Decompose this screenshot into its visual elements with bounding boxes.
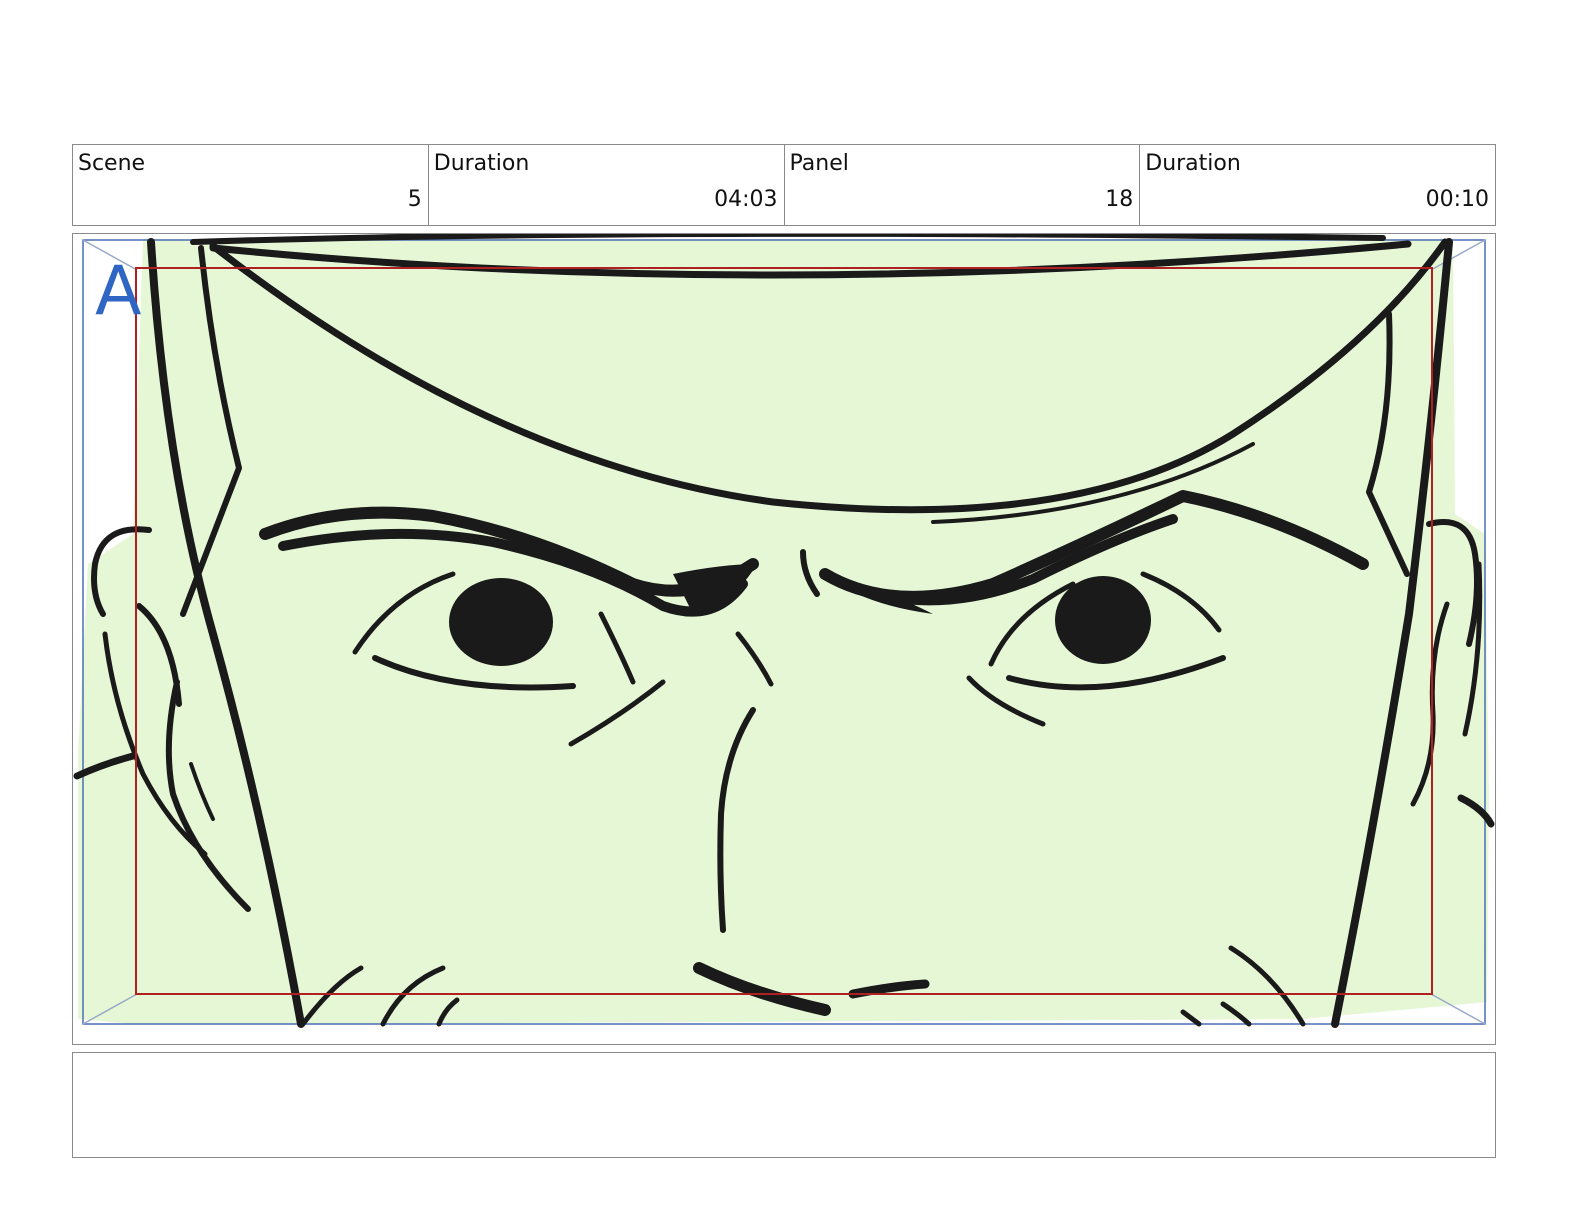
panel-notes-box[interactable] <box>72 1052 1496 1158</box>
skin-fill <box>78 239 1489 1024</box>
panel-info-header: Scene 5 Duration 04:03 Panel 18 Duration… <box>72 144 1496 226</box>
panel-cell: Panel 18 <box>785 145 1141 225</box>
layer-label: A <box>95 252 142 331</box>
scene-duration-value: 04:03 <box>714 187 778 212</box>
scene-duration-label: Duration <box>433 151 530 176</box>
panel-value: 18 <box>1105 187 1134 212</box>
panel-duration-value: 00:10 <box>1425 187 1489 212</box>
scene-duration-cell: Duration 04:03 <box>429 145 785 225</box>
panel-drawing <box>73 234 1495 1028</box>
scene-cell: Scene 5 <box>73 145 429 225</box>
storyboard-panel: A <box>72 233 1496 1045</box>
panel-duration-label: Duration <box>1145 151 1241 176</box>
scene-label: Scene <box>78 151 146 176</box>
panel-duration-cell: Duration 00:10 <box>1140 145 1495 225</box>
scene-value: 5 <box>407 187 422 212</box>
panel-label: Panel <box>789 151 849 176</box>
